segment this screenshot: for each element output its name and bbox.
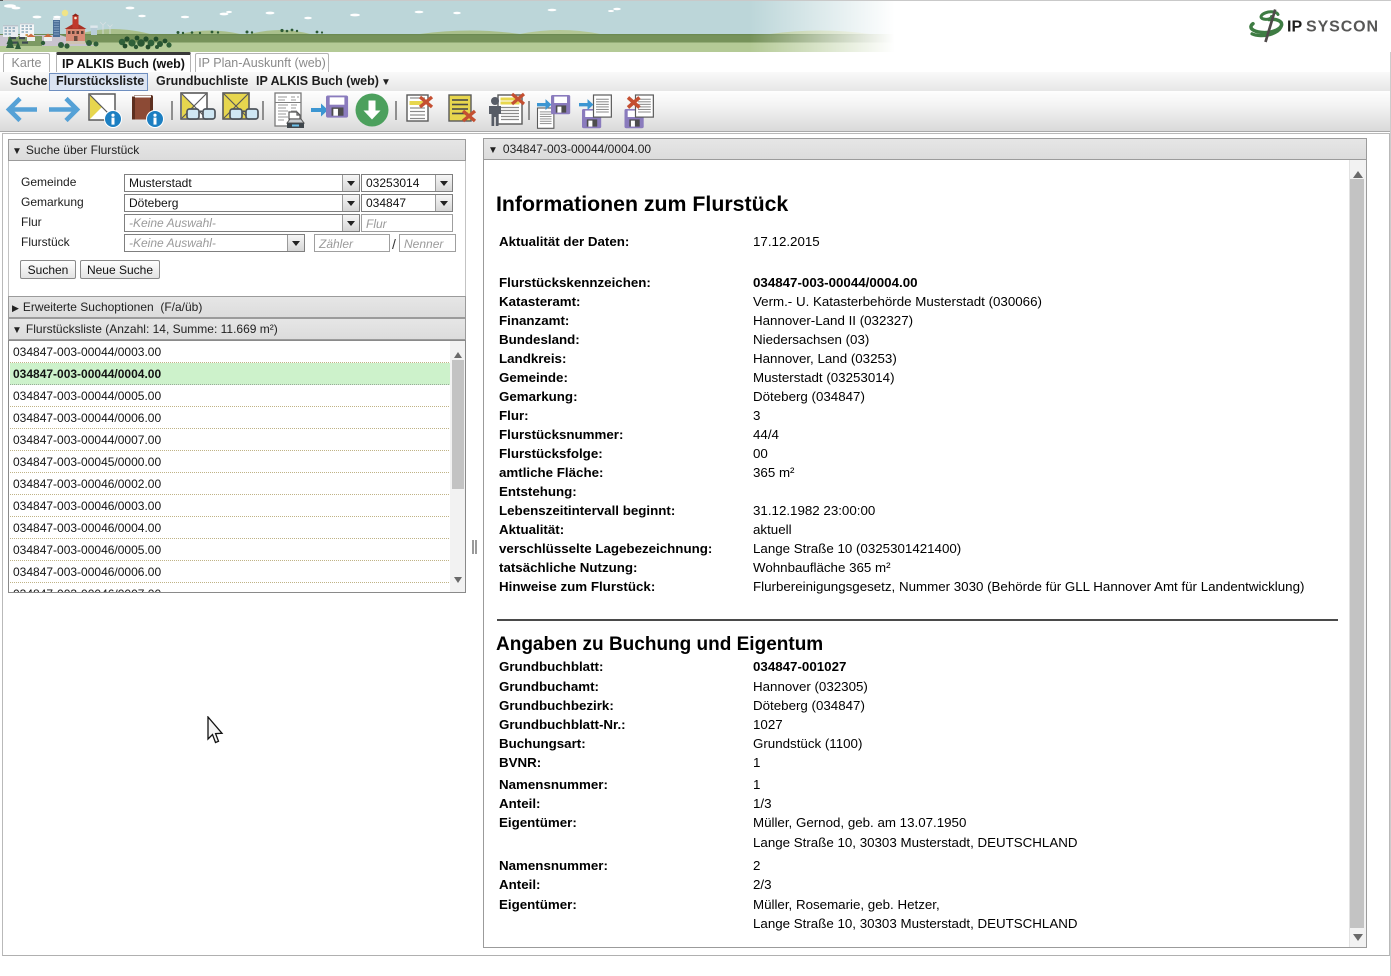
svg-text:IP: IP <box>1287 19 1302 36</box>
svg-text:SYSCON: SYSCON <box>1306 19 1379 36</box>
